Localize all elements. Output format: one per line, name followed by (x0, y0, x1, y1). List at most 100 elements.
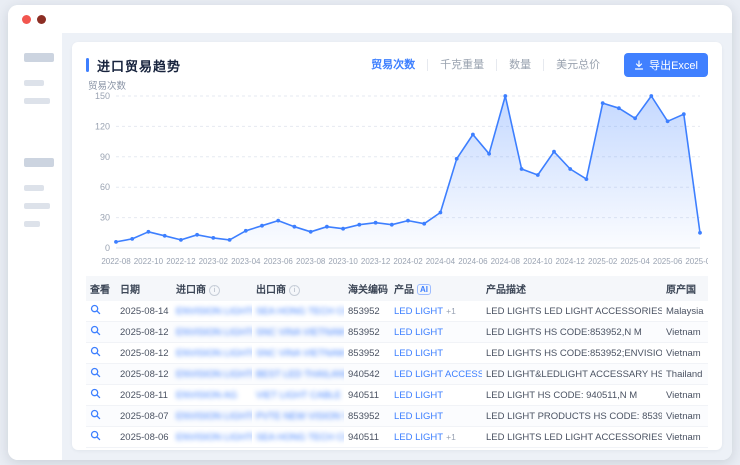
hs-code-cell: 940511 (344, 427, 390, 448)
metric-tab-2[interactable]: 千克重量 (428, 59, 497, 71)
product-link[interactable]: LED LIGHT (394, 327, 443, 338)
exporter-link[interactable]: PVTE NEW VISION VI (256, 411, 344, 422)
importer-link[interactable]: ENVISION LIGHTING I (176, 306, 252, 317)
product-cell: LED LIGHT (390, 322, 482, 343)
description-cell: LED LIGHTS HS CODE:853952;ENVISIONLED (482, 343, 662, 364)
svg-text:60: 60 (100, 182, 110, 192)
magnifier-icon[interactable] (90, 388, 101, 399)
importer-link[interactable]: ENVISION LIGHTING I (176, 369, 252, 380)
table-body: 2025-08-14ENVISION LIGHTING ISEA HONG TE… (86, 301, 708, 448)
importer-cell: ENVISION LIGHTING I (172, 322, 252, 343)
sidebar-skeleton-item[interactable] (24, 185, 44, 191)
description-cell: LED LIGHT PRODUCTS HS CODE: 853952,NUWAT… (482, 406, 662, 427)
product-cell: LED LIGHT+1 (390, 301, 482, 322)
importer-link[interactable]: ENVISION LIGHTING I (176, 411, 252, 422)
col-header-2: 日期 (116, 276, 172, 301)
view-cell (86, 385, 116, 406)
svg-text:2024-10: 2024-10 (523, 257, 553, 266)
metric-tabs: 贸易次数千克重量数量美元总价 (359, 59, 612, 71)
exporter-cell: VIET LIGHT CABLE (252, 385, 344, 406)
trend-chart[interactable]: 03060901201502022-082022-102022-122023-0… (86, 80, 708, 272)
table-row: 2025-08-12 ENVISION LIGHTING I BEST LED TH… (86, 364, 708, 385)
product-cell: LED LIGHT+1 (390, 427, 482, 448)
exporter-link[interactable]: SEA HONG TECH CHAN (256, 306, 344, 317)
exporter-link[interactable]: BEST LED THAILAND (256, 369, 344, 380)
product-link[interactable]: LED LIGHT (394, 411, 443, 422)
magnifier-icon[interactable] (90, 367, 101, 378)
svg-text:2023-06: 2023-06 (264, 257, 294, 266)
svg-text:贸易次数: 贸易次数 (88, 80, 127, 92)
metric-tab-4[interactable]: 美元总价 (544, 59, 612, 71)
importer-link[interactable]: ENVISION AG (176, 390, 237, 401)
traffic-light-close-icon[interactable] (22, 15, 31, 24)
importer-link[interactable]: ENVISION LIGHTING I (176, 432, 252, 443)
sidebar-skeleton-item[interactable] (24, 203, 50, 209)
svg-text:2022-12: 2022-12 (166, 257, 196, 266)
sidebar-skeleton-item[interactable] (24, 158, 54, 167)
view-cell (86, 406, 116, 427)
col-header-8: 原产国 (662, 276, 708, 301)
page-title: 进口贸易趋势 (97, 56, 181, 75)
svg-text:2023-04: 2023-04 (231, 257, 261, 266)
svg-text:90: 90 (100, 152, 110, 162)
svg-text:2025-04: 2025-04 (620, 257, 650, 266)
country-cell: Thailand (662, 364, 708, 385)
trend-chart-svg: 03060901201502022-082022-102022-122023-0… (86, 80, 708, 272)
table-row: 2025-08-14ENVISION LIGHTING ISEA HONG TE… (86, 301, 708, 322)
product-link[interactable]: LED LIGHT ACCESSORY (394, 369, 482, 380)
exporter-link[interactable]: SEA HONG TECH CHAN (256, 432, 344, 443)
importer-cell: ENVISION LIGHTING I (172, 427, 252, 448)
svg-text:120: 120 (95, 121, 110, 131)
product-extra-count: +1 (446, 306, 456, 316)
importer-link[interactable]: ENVISION LIGHTING I (176, 348, 252, 359)
importer-cell: ENVISION LIGHTING I (172, 343, 252, 364)
sidebar-skeleton-item[interactable] (24, 98, 50, 104)
export-excel-button[interactable]: 导出Excel (624, 53, 708, 77)
magnifier-icon[interactable] (90, 304, 101, 315)
info-icon[interactable]: i (289, 285, 300, 296)
country-cell: Vietnam (662, 385, 708, 406)
col-header-7: 产品描述 (482, 276, 662, 301)
magnifier-icon[interactable] (90, 409, 101, 420)
hs-code-cell: 853952 (344, 343, 390, 364)
magnifier-icon[interactable] (90, 325, 101, 336)
sidebar-spacer (24, 116, 62, 158)
metric-tab-1[interactable]: 贸易次数 (359, 59, 428, 71)
importer-link[interactable]: ENVISION LIGHTING I (176, 327, 252, 338)
sidebar-skeleton-item[interactable] (24, 80, 44, 86)
metric-tab-3[interactable]: 数量 (497, 59, 544, 71)
app-window: 进口贸易趋势 贸易次数千克重量数量美元总价 导出Excel 0306090120… (8, 5, 732, 460)
sidebar-skeleton-item[interactable] (24, 53, 54, 62)
description-cell: LED LIGHTS HS CODE:853952,N M (482, 322, 662, 343)
magnifier-icon[interactable] (90, 430, 101, 441)
description-cell: LED LIGHTS LED LIGHT ACCESSORIES,ENVISIO… (482, 301, 662, 322)
svg-text:2024-06: 2024-06 (458, 257, 488, 266)
svg-text:2024-02: 2024-02 (393, 257, 423, 266)
exporter-link[interactable]: VIET LIGHT CABLE (256, 390, 341, 401)
product-cell: LED LIGHT ACCESSORY (390, 364, 482, 385)
date-cell: 2025-08-12 (116, 364, 172, 385)
product-link[interactable]: LED LIGHT (394, 348, 443, 359)
exporter-link[interactable]: SNC VINA VIETNAM C (256, 348, 344, 359)
hs-code-cell: 853952 (344, 301, 390, 322)
hs-code-cell: 940511 (344, 385, 390, 406)
svg-text:2023-08: 2023-08 (296, 257, 326, 266)
sidebar-skeleton-item[interactable] (24, 221, 40, 227)
product-link[interactable]: LED LIGHT (394, 306, 443, 317)
exporter-link[interactable]: SNC VINA VIETNAM C (256, 327, 344, 338)
hs-code-cell: 940542 (344, 364, 390, 385)
info-icon[interactable]: i (209, 285, 220, 296)
product-link[interactable]: LED LIGHT (394, 432, 443, 443)
svg-text:2024-08: 2024-08 (491, 257, 521, 266)
country-cell: Vietnam (662, 322, 708, 343)
svg-text:2022-08: 2022-08 (101, 257, 131, 266)
view-cell (86, 427, 116, 448)
table-row: 2025-08-06 ENVISION LIGHTING I SEA HONG TE… (86, 427, 708, 448)
date-cell: 2025-08-06 (116, 427, 172, 448)
product-link[interactable]: LED LIGHT (394, 390, 443, 401)
magnifier-icon[interactable] (90, 346, 101, 357)
table-row: 2025-08-12ENVISION LIGHTING ISNC VINA VI… (86, 322, 708, 343)
svg-text:2025-06: 2025-06 (653, 257, 683, 266)
traffic-light-minimize-icon[interactable] (37, 15, 46, 24)
svg-text:2025-02: 2025-02 (588, 257, 618, 266)
